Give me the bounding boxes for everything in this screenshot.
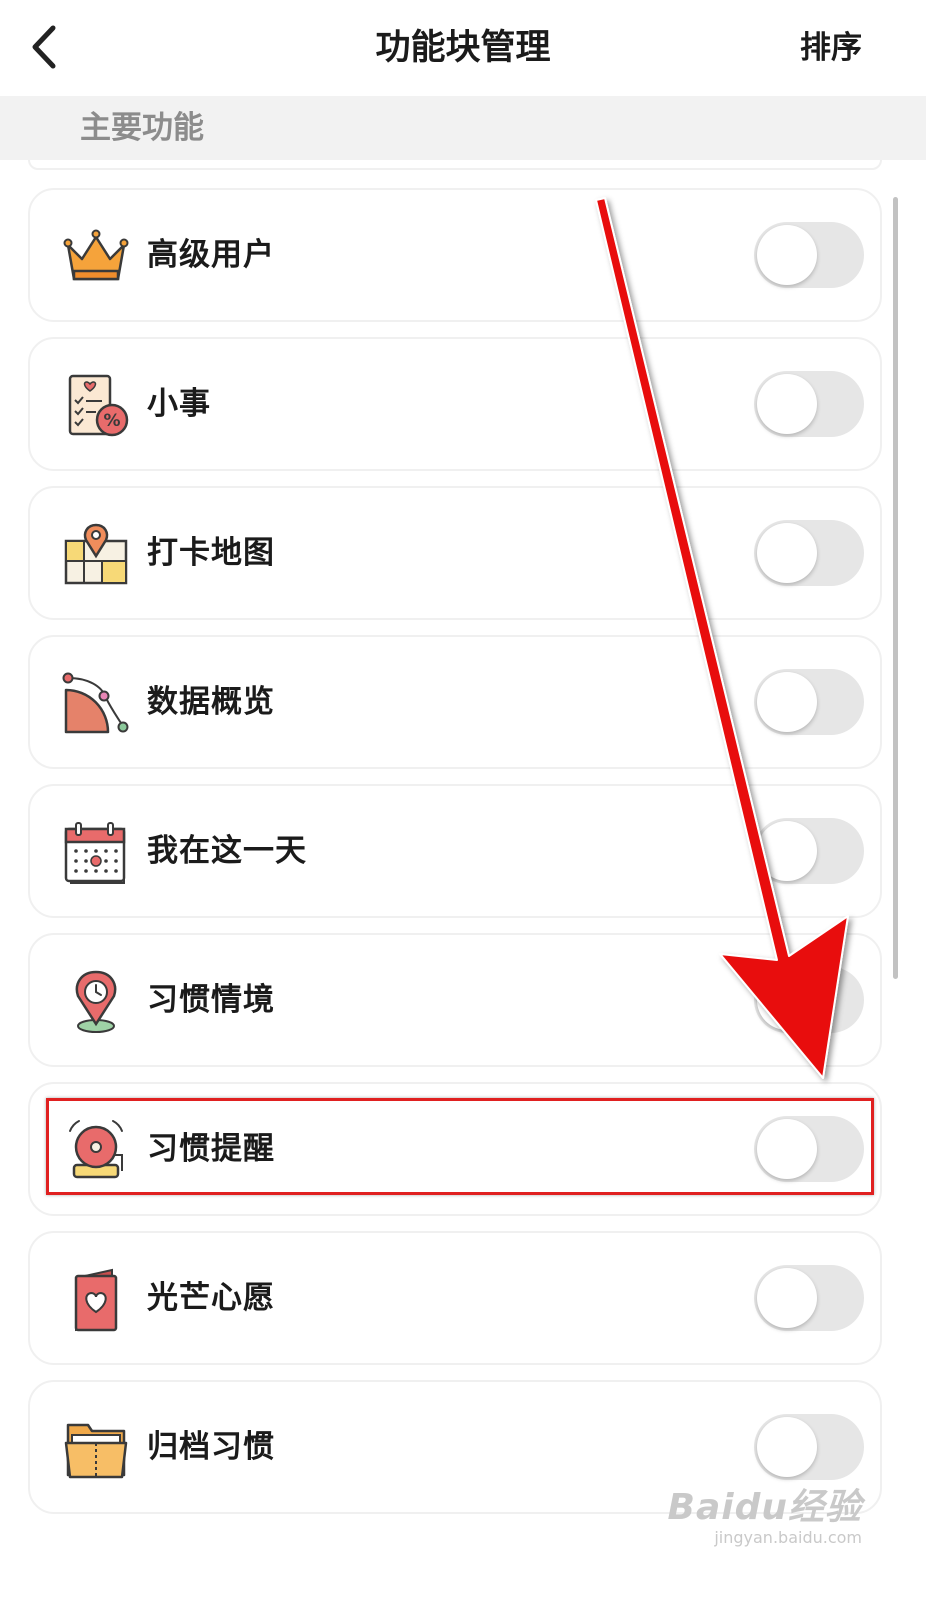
list-item[interactable]: 光芒心愿 xyxy=(28,1231,882,1365)
toggle-knob xyxy=(757,1268,817,1328)
item-label: 光芒心愿 xyxy=(147,1280,275,1316)
feature-toggle[interactable] xyxy=(754,1116,864,1182)
toggle-knob xyxy=(757,672,817,732)
feature-toggle[interactable] xyxy=(754,818,864,884)
watermark-url: jingyan.baidu.com xyxy=(714,1528,862,1547)
feature-toggle[interactable] xyxy=(754,1414,864,1480)
svg-text:%: % xyxy=(103,411,120,431)
map-pin-icon xyxy=(62,521,130,589)
feature-toggle[interactable] xyxy=(754,520,864,586)
alarm-bell-icon xyxy=(62,1117,130,1185)
sort-button[interactable]: 排序 xyxy=(800,0,862,96)
item-label: 习惯情境 xyxy=(147,982,275,1018)
list-item[interactable]: 我在这一天 xyxy=(28,784,882,918)
item-label: 习惯提醒 xyxy=(147,1131,275,1167)
heart-card-icon xyxy=(62,1266,130,1334)
list-item[interactable]: 高级用户 xyxy=(28,188,882,322)
list-item[interactable]: 打卡地图 xyxy=(28,486,882,620)
section-title: 主要功能 xyxy=(80,110,204,146)
feature-toggle[interactable] xyxy=(754,222,864,288)
checklist-percent-icon: % xyxy=(62,372,130,440)
calendar-icon xyxy=(62,819,130,887)
list-item[interactable]: 习惯提醒 xyxy=(28,1082,882,1216)
list-item[interactable]: 习惯情境 xyxy=(28,933,882,1067)
toggle-knob xyxy=(757,225,817,285)
watermark-logo: Baidu经验 xyxy=(667,1487,862,1528)
toggle-knob xyxy=(757,1119,817,1179)
feature-toggle[interactable] xyxy=(754,669,864,735)
list-item[interactable]: % 小事 xyxy=(28,337,882,471)
toggle-knob xyxy=(757,1417,817,1477)
pie-chart-icon xyxy=(62,670,130,738)
item-label: 小事 xyxy=(147,386,211,422)
scrollbar[interactable] xyxy=(893,197,898,979)
toggle-knob xyxy=(757,523,817,583)
toggle-knob xyxy=(757,821,817,881)
watermark: Baidu经验 jingyan.baidu.com xyxy=(668,1478,862,1547)
item-label: 我在这一天 xyxy=(147,833,307,869)
location-clock-icon xyxy=(62,968,130,1036)
item-label: 高级用户 xyxy=(147,237,275,273)
item-label: 数据概览 xyxy=(147,684,275,720)
item-label: 归档习惯 xyxy=(147,1429,275,1465)
feature-toggle[interactable] xyxy=(754,371,864,437)
archive-folder-icon xyxy=(62,1415,130,1483)
item-label: 打卡地图 xyxy=(147,535,275,571)
crown-icon xyxy=(62,223,130,291)
list-item[interactable]: 数据概览 xyxy=(28,635,882,769)
toggle-knob xyxy=(757,970,817,1030)
feature-list[interactable]: 高级用户 % 小事 打卡地图 数据概览 我在这一天 习惯情境 习惯提醒 光芒心愿… xyxy=(0,160,926,1600)
previous-card-edge xyxy=(28,160,882,170)
feature-toggle[interactable] xyxy=(754,1265,864,1331)
toggle-knob xyxy=(757,374,817,434)
app-header: 功能块管理 排序 xyxy=(0,0,926,96)
section-header: 主要功能 xyxy=(0,96,926,160)
page-title: 功能块管理 xyxy=(375,28,551,68)
feature-toggle[interactable] xyxy=(754,967,864,1033)
